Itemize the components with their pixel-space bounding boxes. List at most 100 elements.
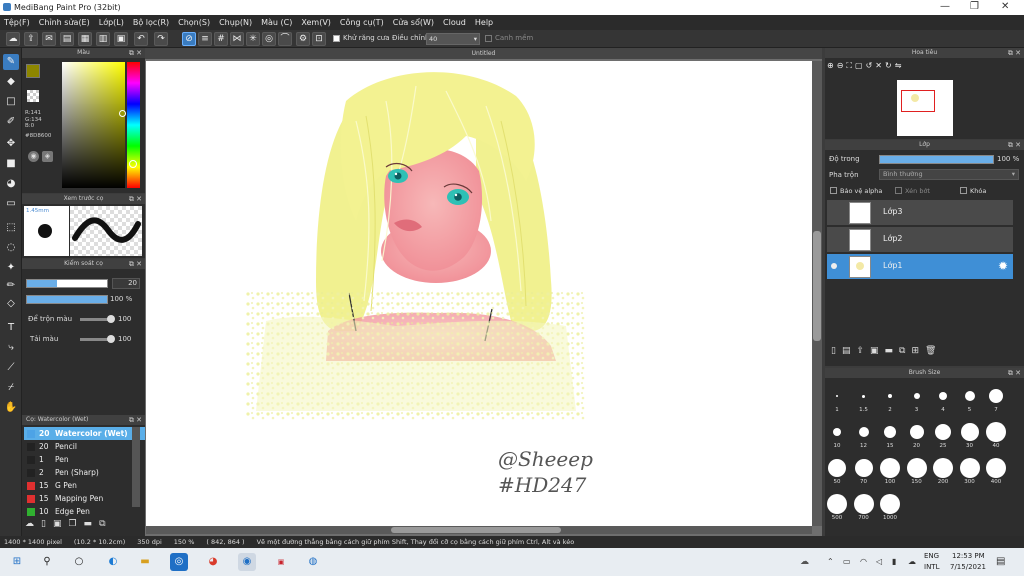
navigator-thumbnail[interactable] [897,80,953,136]
layer-opacity-slider[interactable] [879,155,994,164]
pen-tool-icon[interactable]: ✐ [3,114,19,130]
rotate-left-icon[interactable]: ↺ [866,61,873,75]
rectangle-tool-icon[interactable]: □ [3,94,19,110]
layer-row[interactable]: Lớp2 [827,227,1013,253]
color-wheel-icon[interactable]: ◉ [28,151,39,162]
zalo-icon[interactable]: ◍ [304,553,322,571]
task-view-icon[interactable]: ○ [70,553,88,571]
menu-view[interactable]: Xem(V) [301,18,331,27]
new-layer-icon[interactable]: ▯ [831,346,836,360]
menu-filter[interactable]: Bộ lọc(R) [133,18,169,27]
close-icon[interactable]: ⧉ ✕ [129,194,142,204]
saturation-value-picker[interactable] [62,62,126,188]
layer-blend-select[interactable]: Bình thường ▾ [879,169,1019,180]
material-icon[interactable]: ▤ [60,32,74,46]
menu-window[interactable]: Cửa sổ(W) [393,18,434,27]
settings-icon[interactable]: ⚙ [296,32,310,46]
add-layer-menu-icon[interactable]: ▣ [870,346,879,360]
zoom-in-icon[interactable]: ⊕ [827,61,834,75]
brush-size-dot[interactable] [989,389,1003,403]
palette-icon[interactable]: ◈ [42,151,53,162]
actual-size-icon[interactable]: ▢ [855,61,863,75]
menu-file[interactable]: Tệp(F) [4,18,30,27]
menu-layer[interactable]: Lớp(L) [99,18,124,27]
brush-size-dot[interactable] [913,393,920,399]
select-rect-icon[interactable]: ⬚ [3,220,19,236]
comment-icon[interactable]: ✉ [42,32,56,46]
parallel-snap-icon[interactable]: ≡ [198,32,212,46]
lock-checkbox[interactable] [960,187,967,194]
gear-icon[interactable]: ✹ [998,259,1008,273]
onedrive-icon[interactable]: ☁ [908,557,916,566]
snap-off-icon[interactable]: ⊘ [182,32,196,46]
input-layout[interactable]: INTL [924,563,939,571]
perspective-snap-icon[interactable]: ⋈ [230,32,244,46]
viewport-rect[interactable] [901,90,935,112]
load-slider[interactable] [80,335,115,343]
brush-size-dot[interactable] [960,423,979,441]
duplicate-icon[interactable]: ⧉ [99,519,105,533]
brush-size-dot[interactable] [986,458,1006,478]
dell-icon[interactable]: ◎ [170,553,188,571]
load-knob[interactable] [107,335,115,343]
menu-edit[interactable]: Chỉnh sửa(E) [39,18,90,27]
brush-size-dot[interactable] [827,494,847,514]
menu-color[interactable]: Màu (C) [261,18,292,27]
eyedropper-icon[interactable]: ⌿ [3,380,19,396]
medibang-icon[interactable]: ◉ [238,553,256,571]
menu-help[interactable]: Help [475,18,493,27]
windows-start-icon[interactable]: ⊞ [8,553,26,571]
flip-icon[interactable]: ⇋ [895,61,902,75]
menu-select[interactable]: Chọn(S) [178,18,210,27]
brush-size-dot[interactable] [909,425,924,439]
size-slider[interactable] [26,279,108,288]
brush-tool-icon[interactable]: ✎ [3,54,19,70]
drawing-canvas[interactable]: @Sheeep #HD247 [146,61,812,526]
vertical-scroll-thumb[interactable] [813,231,821,341]
gradient-tool-icon[interactable]: ▭ [3,196,19,212]
lasso-icon[interactable]: ◌ [3,240,19,256]
maximize-button[interactable]: ❐ [970,1,979,12]
grid-snap-icon[interactable]: # [214,32,228,46]
move-tool-icon[interactable]: ✥ [3,136,19,152]
fg-color-swatch[interactable] [26,64,40,78]
layers-icon[interactable]: ▣ [114,32,128,46]
blend-knob[interactable] [107,315,115,323]
eraser-tool-icon[interactable]: ◆ [3,74,19,90]
horizontal-scroll-thumb[interactable] [391,527,561,533]
reset-icon[interactable]: ✕ [875,61,882,75]
transparent-swatch[interactable] [27,90,39,102]
redo-icon[interactable]: ↷ [154,32,168,46]
menu-cloud[interactable]: Cloud [443,18,466,27]
operation-tool-icon[interactable]: ⟋ [3,360,19,376]
share-icon[interactable]: ⇪ [24,32,38,46]
page-icon[interactable]: ▥ [96,32,110,46]
brush-size-dot[interactable] [888,394,892,398]
input-language[interactable]: ENG [924,552,939,560]
zoom-out-icon[interactable]: ⊖ [837,61,844,75]
text-tool-icon[interactable]: T [3,320,19,336]
document-tab[interactable]: Untitled [145,48,822,59]
menu-snap[interactable]: Chụp(N) [219,18,252,27]
notification-icon[interactable]: ▤ [996,556,1005,567]
brush-size-dot[interactable] [858,427,869,437]
search-icon[interactable]: ⚲ [38,553,56,571]
shopee-icon[interactable]: ▣ [272,553,290,571]
blend-slider[interactable] [80,315,115,323]
hand-tool-icon[interactable]: ✋ [3,400,19,416]
magic-wand-icon[interactable]: ✦ [3,260,19,276]
brush-size-dot[interactable] [833,428,841,436]
minimize-button[interactable]: — [940,1,950,12]
divide-tool-icon[interactable]: ⤷ [3,340,19,356]
brush-size-dot[interactable] [964,391,975,401]
network-icon[interactable]: ▭ [843,557,851,566]
menu-tools[interactable]: Công cụ(T) [340,18,384,27]
brush-size-dot[interactable] [959,458,980,478]
copy-brush-icon[interactable]: ❐ [68,519,76,533]
layer-row-selected[interactable]: Lớp1 ✹ [827,254,1013,280]
folder-icon[interactable]: ▬ [84,519,93,533]
brush-size-dot[interactable] [836,395,838,397]
adjust-select[interactable]: 40 ▾ [426,33,480,45]
symmetry-icon[interactable]: ⊡ [312,32,326,46]
protect-alpha-checkbox[interactable] [830,187,837,194]
